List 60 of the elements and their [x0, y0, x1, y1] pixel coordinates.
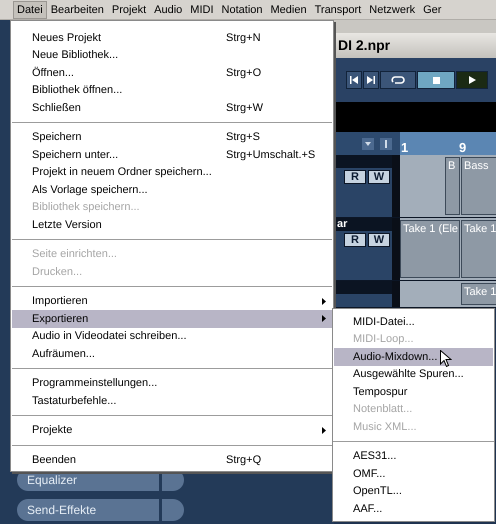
loop-button[interactable] [380, 71, 416, 89]
menu-item[interactable]: Neue Bibliothek... [12, 46, 332, 64]
menu-bar-item[interactable]: Ger [419, 0, 446, 18]
dropdown-icon[interactable] [362, 138, 374, 150]
loop-icon [391, 76, 405, 84]
play-button[interactable] [456, 71, 488, 89]
record-enable-button[interactable]: R [344, 233, 366, 247]
menu-bar-item[interactable]: Notation [218, 0, 267, 18]
track-name-field: ar [334, 218, 392, 231]
track-name-field [334, 155, 392, 168]
menu-item[interactable]: MIDI-Datei... [334, 313, 493, 330]
menu-bar-item[interactable]: MIDI [186, 0, 218, 18]
skip-forward-icon [367, 76, 375, 84]
write-button[interactable]: W [368, 233, 390, 247]
menu-item[interactable]: Tastaturbefehle... [12, 392, 332, 410]
menu-item[interactable]: Neues Projekt Strg+N [12, 29, 332, 46]
stop-icon [432, 76, 440, 84]
ruler-number: 1 [401, 141, 408, 154]
skip-back-icon [350, 76, 358, 84]
menu-item[interactable]: Speichern Strg+S [12, 128, 332, 146]
menu-item[interactable]: Projekte [12, 422, 332, 439]
menu-item[interactable]: Ausgewählte Spuren... [334, 366, 493, 383]
menu-item[interactable]: Beenden Strg+Q [12, 451, 332, 468]
play-icon [468, 76, 476, 84]
menu-item[interactable]: Programmeinstellungen... [12, 374, 332, 392]
menu-item[interactable]: Letzte Version [12, 216, 332, 234]
ruler-number: 9 [459, 141, 466, 154]
menu-item[interactable]: Importieren [12, 292, 332, 310]
menu-item[interactable]: Exportieren [12, 310, 332, 328]
skip-forward-button[interactable] [363, 71, 379, 89]
record-enable-button[interactable]: R [344, 170, 366, 184]
menu-item[interactable]: OpenTL... [334, 482, 493, 500]
menu-item[interactable]: AES31... [334, 448, 493, 465]
section-toggle-button[interactable] [162, 499, 184, 521]
menu-item[interactable]: Als Vorlage speichern... [12, 181, 332, 198]
menu-bar-item[interactable]: Projekt [108, 0, 150, 18]
write-button[interactable]: W [368, 170, 390, 184]
menu-item[interactable]: Öffnen... Strg+O [12, 64, 332, 82]
menu-item[interactable]: Audio in Videodatei schreiben... [12, 328, 332, 345]
menu-bar-item[interactable]: Bearbeiten [46, 0, 108, 18]
menu-item[interactable]: Projekt in neuem Ordner speichern... [12, 164, 332, 181]
inspector-section-button[interactable]: Send-Effekte [17, 499, 159, 521]
window-title: DI 2.npr [338, 36, 390, 55]
menu-item[interactable]: Schließen Strg+W [12, 99, 332, 116]
menu-bar-item[interactable]: Audio [150, 0, 186, 18]
menu-bar-item[interactable]: Netzwerk [365, 0, 420, 18]
menu-item[interactable]: AAF... [334, 500, 493, 518]
toggle-icon[interactable] [380, 138, 392, 150]
skip-back-button[interactable] [346, 71, 362, 89]
menu-bar-item[interactable]: Medien [266, 0, 311, 18]
menu-item[interactable]: Bibliothek öffnen... [12, 82, 332, 99]
menu-bar-item[interactable]: Datei [13, 0, 47, 18]
menu-item[interactable]: OMF... [334, 465, 493, 482]
menu-item[interactable]: Aufräumen... [12, 345, 332, 362]
menu-item[interactable]: Tempospur [334, 383, 493, 400]
mouse-pointer-icon [440, 350, 452, 368]
stop-button[interactable] [417, 71, 455, 89]
menu-bar-item[interactable]: Transport [310, 0, 366, 18]
menu-item[interactable]: Audio-Mixdown... [334, 348, 493, 366]
menu-item[interactable]: Speichern unter... Strg+Umschalt.+S [12, 146, 332, 164]
